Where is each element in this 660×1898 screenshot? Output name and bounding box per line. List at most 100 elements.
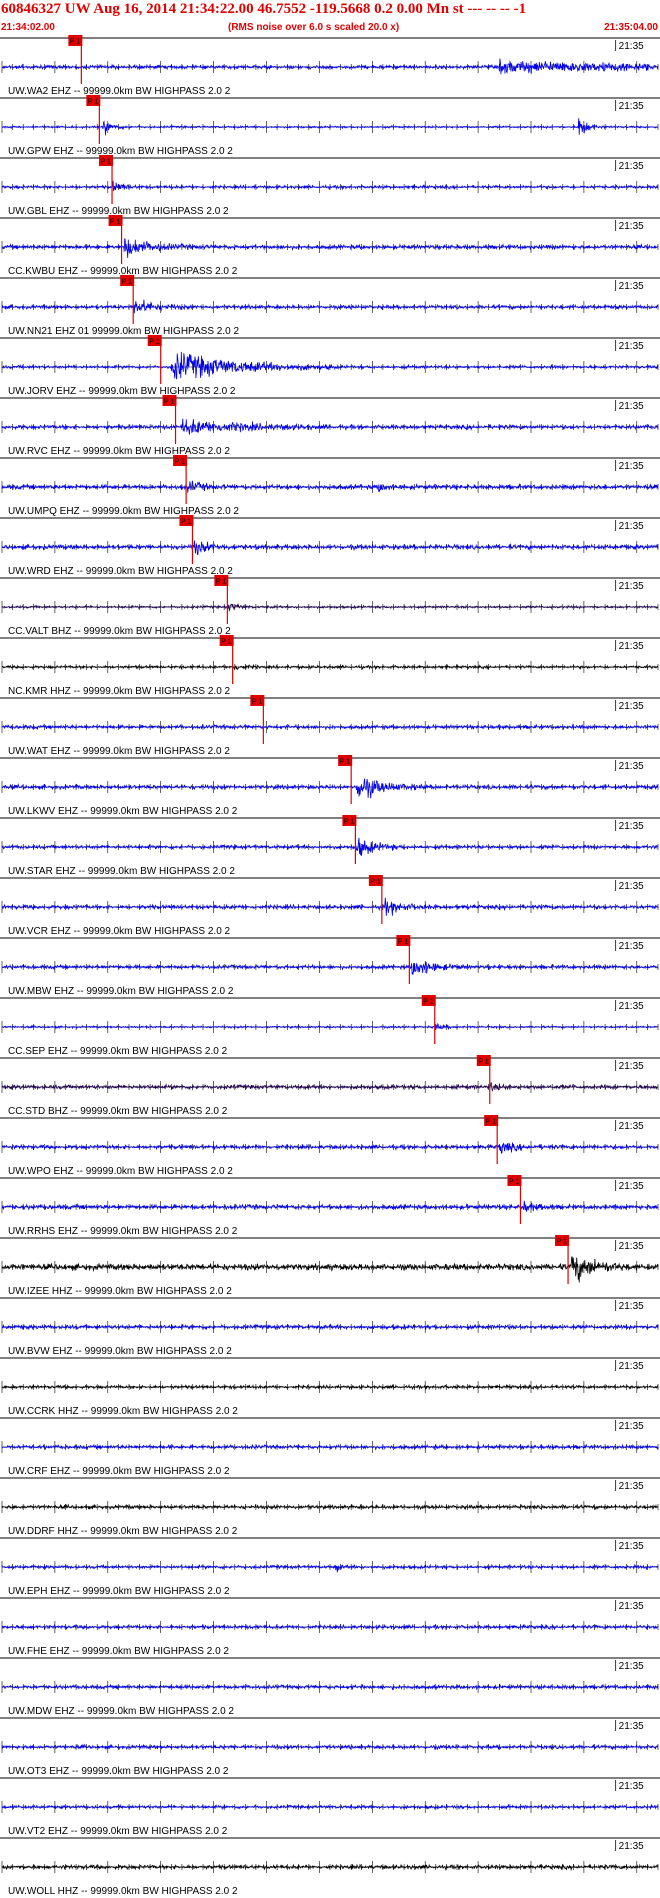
minute-tick-label: 21:35 [619, 1121, 644, 1132]
station-label: UW.FHE EHZ -- 99999.0km BW HIGHPASS 2.0 … [8, 1646, 229, 1657]
pick-label: P 1 [478, 1059, 488, 1066]
station-label: UW.VCR EHZ -- 99999.0km BW HIGHPASS 2.0 … [8, 926, 231, 937]
waveform [1, 837, 659, 856]
pick-label: P 1 [164, 399, 174, 406]
minute-tick-label: 21:35 [619, 941, 644, 952]
trace-panel: 21:35 CC.SEP EHZ -- 99999.0km BW HIGHPASS… [0, 995, 660, 1057]
trace-panel: 21:35 UW.RRHS EHZ -- 99999.0km BW HIGHPAS… [0, 1175, 660, 1237]
minute-tick-label: 21:35 [619, 1181, 644, 1192]
minute-tick-label: 21:35 [619, 581, 644, 592]
seismogram-plot: 21:35 UW.WA2 EHZ -- 99999.0km BW HIGHPASS… [0, 35, 660, 1897]
minute-tick-label: 21:35 [619, 221, 644, 232]
waveform [1, 58, 659, 75]
pick-label: P 1 [70, 39, 80, 46]
station-label: UW.GPW EHZ -- 99999.0km BW HIGHPASS 2.0 … [8, 146, 233, 157]
trace-panel: 21:35 CC.VALT BHZ -- 99999.0km BW HIGHPAS… [0, 575, 660, 637]
minute-tick-label: 21:35 [619, 701, 644, 712]
station-label: CC.SEP EHZ -- 99999.0km BW HIGHPASS 2.0 … [8, 1046, 228, 1057]
station-label: UW.CCRK HHZ -- 99999.0km BW HIGHPASS 2.0… [8, 1406, 238, 1417]
pick-label: P 1 [423, 999, 433, 1006]
minute-tick-label: 21:35 [619, 1661, 644, 1672]
trace-panel: 21:35 UW.GPW EHZ -- 99999.0km BW HIGHPASS… [0, 95, 660, 157]
trace-panel: 21:35CC.KWBU EHZ -- 99999.0km BW HIGHPAS… [0, 215, 660, 277]
trace-panel: 21:35 UW.BVW EHZ -- 99999.0km BW HIGHPASS… [0, 1297, 660, 1357]
trace-panel: 21:35 UW.WPO EHZ -- 99999.0km BW HIGHPASS… [0, 1115, 660, 1177]
station-label: UW.BVW EHZ -- 99999.0km BW HIGHPASS 2.0 … [8, 1346, 232, 1357]
minute-tick-label: 21:35 [619, 341, 644, 352]
station-label: UW.JORV EHZ -- 99999.0km BW HIGHPASS 2.0… [8, 386, 236, 397]
pick-label: P 1 [122, 279, 132, 286]
trace-panel: 21:35 UW.CCRK HHZ -- 99999.0km BW HIGHPAS… [0, 1357, 660, 1417]
minute-tick-label: 21:35 [619, 1061, 644, 1072]
minute-tick-label: 21:35 [619, 1541, 644, 1552]
minute-tick-label: 21:35 [619, 1361, 644, 1372]
trace-panel: 21:35 UW.VT2 EHZ -- 99999.0km BW HIGHPASS… [0, 1777, 660, 1837]
pick-label: P 1 [370, 879, 380, 886]
trace-panel: 21:35 UW.WA2 EHZ -- 99999.0km BW HIGHPASS… [0, 35, 660, 97]
pick-label: P 1 [252, 699, 262, 706]
minute-tick-label: 21:35 [619, 821, 644, 832]
trace-panel: 21:35UW.GBL EHZ -- 99999.0km BW HIGHPASS… [0, 155, 660, 217]
trace-panel: 21:35 UW.MBW EHZ -- 99999.0km BW HIGHPASS… [0, 935, 660, 997]
pick-label: P 1 [101, 159, 111, 166]
minute-tick-label: 21:35 [619, 521, 644, 532]
pick-label: P 1 [175, 459, 185, 466]
minute-tick-label: 21:35 [619, 1481, 644, 1492]
trace-panel: 21:35 UW.LKWV EHZ -- 99999.0km BW HIGHPAS… [0, 755, 660, 817]
pick-label: P 1 [486, 1119, 496, 1126]
minute-tick-label: 21:35 [619, 461, 644, 472]
station-label: UW.MDW EHZ -- 99999.0km BW HIGHPASS 2.0 … [8, 1706, 234, 1717]
minute-tick-label: 21:35 [619, 641, 644, 652]
minute-tick-label: 21:35 [619, 1241, 644, 1252]
waveform [2, 118, 658, 136]
trace-panel: 21:35 UW.STAR EHZ -- 99999.0km BW HIGHPAS… [0, 815, 660, 877]
waveform [1, 418, 659, 435]
pick-label: P 1 [221, 639, 231, 646]
minute-tick-label: 21:35 [619, 101, 644, 112]
trace-panel: 21:35 NC.KMR HHZ -- 99999.0km BW HIGHPASS… [0, 635, 660, 697]
trace-panel: 21:35 UW.WOLL HHZ -- 99999.0km BW HIGHPAS… [0, 1837, 660, 1897]
pick-label: P 1 [340, 759, 350, 766]
trace-panel: 21:35 UW.NN21 EHZ 01 99999.0km BW HIGHPAS… [0, 275, 660, 337]
station-label: UW.CRF EHZ -- 99999.0km BW HIGHPASS 2.0 … [8, 1466, 230, 1477]
waveform [1, 540, 659, 556]
station-label: UW.RVC EHZ -- 99999.0km BW HIGHPASS 2.0 … [8, 446, 230, 457]
minute-tick-label: 21:35 [619, 1601, 644, 1612]
trace-panel: 21:35 UW.JORV EHZ -- 99999.0km BW HIGHPAS… [0, 335, 660, 397]
waveform [1, 897, 659, 916]
minute-tick-label: 21:35 [619, 401, 644, 412]
minute-tick-label: 21:35 [619, 1721, 644, 1732]
station-label: UW.WPO EHZ -- 99999.0km BW HIGHPASS 2.0 … [8, 1166, 233, 1177]
minute-tick-label: 21:35 [619, 1001, 644, 1012]
pick-label: P 1 [181, 519, 191, 526]
trace-panel: 21:35 UW.DDRF HHZ -- 99999.0km BW HIGHPAS… [0, 1477, 660, 1537]
trace-panel: 21:35 CC.STD BHZ -- 99999.0km BW HIGHPASS… [0, 1055, 660, 1117]
trace-panel: 21:35 UW.FHE EHZ -- 99999.0km BW HIGHPASS… [0, 1597, 660, 1657]
pick-label: P 1 [557, 1239, 567, 1246]
station-label: UW.DDRF HHZ -- 99999.0km BW HIGHPASS 2.0… [8, 1526, 238, 1537]
station-label: UW.NN21 EHZ 01 99999.0km BW HIGHPASS 2.0… [8, 326, 239, 337]
station-label: UW.EPH EHZ -- 99999.0km BW HIGHPASS 2.0 … [8, 1586, 230, 1597]
station-label: UW.WOLL HHZ -- 99999.0km BW HIGHPASS 2.0… [8, 1886, 238, 1897]
trace-panel: 21:35 UW.OT3 EHZ -- 99999.0km BW HIGHPASS… [0, 1717, 660, 1777]
pick-label: P 1 [88, 99, 98, 106]
station-label: NC.KMR HHZ -- 99999.0km BW HIGHPASS 2.0 … [8, 686, 231, 697]
trace-panel: 21:35 UW.WRD EHZ -- 99999.0km BW HIGHPASS… [0, 515, 660, 577]
trace-panel: 21:35 UW.VCR EHZ -- 99999.0km BW HIGHPASS… [0, 875, 660, 937]
station-label: UW.OT3 EHZ -- 99999.0km BW HIGHPASS 2.0 … [8, 1766, 229, 1777]
minute-tick-label: 21:35 [619, 1421, 644, 1432]
station-label: UW.WRD EHZ -- 99999.0km BW HIGHPASS 2.0 … [8, 566, 233, 577]
pick-label: P 1 [216, 579, 226, 586]
station-label: UW.WA2 EHZ -- 99999.0km BW HIGHPASS 2.0 … [8, 86, 231, 97]
pick-label: P 1 [110, 219, 120, 226]
station-label: UW.UMPQ EHZ -- 99999.0km BW HIGHPASS 2.0… [8, 506, 239, 517]
trace-panel: 21:35 UW.WAT EHZ -- 99999.0km BW HIGHPASS… [0, 695, 660, 757]
station-label: CC.STD BHZ -- 99999.0km BW HIGHPASS 2.0 … [8, 1106, 228, 1117]
station-label: UW.LKWV EHZ -- 99999.0km BW HIGHPASS 2.0… [8, 806, 238, 817]
trace-panel: 21:35 UW.CRF EHZ -- 99999.0km BW HIGHPASS… [0, 1417, 660, 1477]
station-label: UW.IZEE HHZ -- 99999.0km BW HIGHPASS 2.0… [8, 1286, 232, 1297]
minute-tick-label: 21:35 [619, 1781, 644, 1792]
minute-tick-label: 21:35 [619, 1301, 644, 1312]
minute-tick-label: 21:35 [619, 881, 644, 892]
trace-panel: 21:35 UW.IZEE HHZ -- 99999.0km BW HIGHPAS… [0, 1235, 660, 1297]
